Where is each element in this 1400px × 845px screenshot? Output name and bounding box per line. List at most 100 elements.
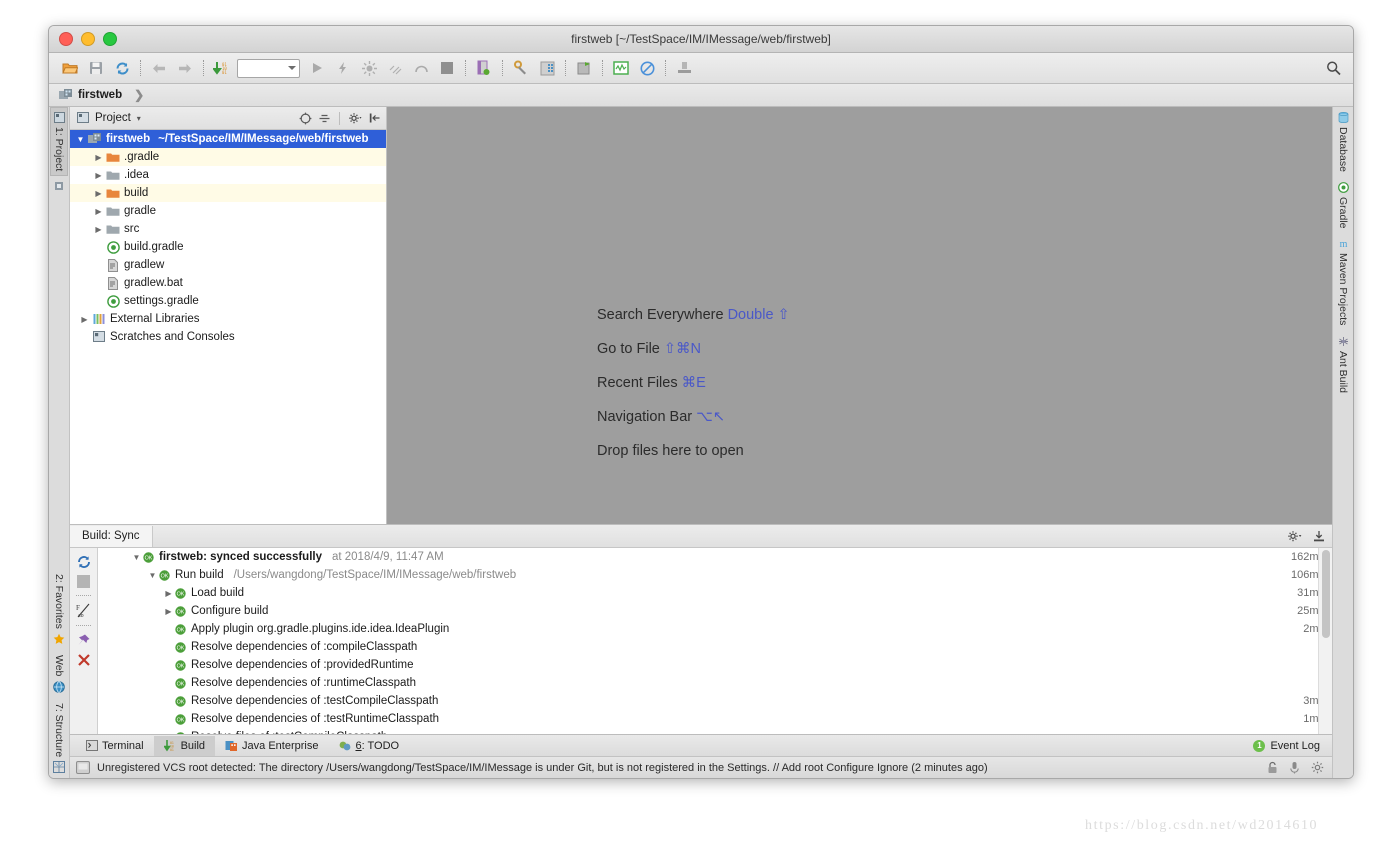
memory-icon[interactable]: [76, 761, 90, 774]
tree-twisty[interactable]: ▶: [92, 207, 105, 216]
sidebar-item-structure-small[interactable]: [51, 176, 67, 196]
sdk-manager-icon[interactable]: [573, 57, 595, 79]
tree-row-idea[interactable]: ▶ .idea: [70, 166, 386, 184]
log-scrollbar[interactable]: [1318, 548, 1332, 734]
log-row[interactable]: ▼ OK firstweb: synced successfully at 20…: [98, 548, 1332, 566]
run-icon[interactable]: [306, 57, 328, 79]
editor-empty-area[interactable]: Search Everywhere Double ⇧ Go to File ⇧⌘…: [387, 107, 1332, 524]
stop-build-icon[interactable]: [77, 575, 90, 588]
scroll-from-source-icon[interactable]: [318, 112, 331, 125]
log-row[interactable]: ▶ OK Load build 31ms: [98, 584, 1332, 602]
bottom-tab-build[interactable]: 01 10 01 Build: [153, 735, 216, 756]
synchronize-icon[interactable]: [111, 57, 133, 79]
forward-icon[interactable]: [174, 57, 196, 79]
sidebar-item-database[interactable]: Database: [1334, 107, 1352, 177]
event-log-button[interactable]: 1 Event Log: [1253, 739, 1332, 752]
close-build-icon[interactable]: [77, 653, 91, 667]
log-twisty[interactable]: ▼: [130, 553, 143, 562]
status-ok-icon: OK: [175, 641, 186, 653]
export-icon[interactable]: [1312, 530, 1326, 543]
filter-icon[interactable]: F ab: [76, 603, 92, 618]
status-message[interactable]: Unregistered VCS root detected: The dire…: [97, 762, 988, 774]
monitor-icon[interactable]: [610, 57, 632, 79]
tree-row-build[interactable]: ▶ build: [70, 184, 386, 202]
log-row[interactable]: OK Apply plugin org.gradle.plugins.ide.i…: [98, 620, 1332, 638]
run-coverage-icon[interactable]: [358, 57, 380, 79]
close-button[interactable]: [59, 32, 73, 46]
sidebar-item-structure[interactable]: 7: Structure: [50, 698, 68, 778]
tree-row-settings-gradle[interactable]: settings.gradle: [70, 292, 386, 310]
bottom-tab-java-enterprise[interactable]: Java Enterprise: [215, 736, 328, 756]
sidebar-item-favorites[interactable]: 2: Favorites: [50, 569, 68, 650]
sidebar-item-ant-build[interactable]: Ant Build: [1334, 331, 1352, 398]
collapse-all-icon[interactable]: [299, 112, 312, 125]
bottom-tab-todo[interactable]: 6: TODO: [328, 736, 409, 756]
log-scrollbar-thumb[interactable]: [1322, 550, 1330, 638]
log-row[interactable]: OK Resolve dependencies of :providedRunt…: [98, 656, 1332, 674]
run-configuration-select[interactable]: [237, 58, 300, 78]
tree-row-scratches[interactable]: Scratches and Consoles: [70, 328, 386, 346]
tree-row-src[interactable]: ▶ src: [70, 220, 386, 238]
tree-row-gradle[interactable]: ▶ gradle: [70, 202, 386, 220]
log-row[interactable]: OK Resolve dependencies of :compileClass…: [98, 638, 1332, 656]
rerun-sync-icon[interactable]: [76, 554, 92, 570]
sidebar-item-project[interactable]: 1: Project: [50, 107, 68, 177]
log-twisty[interactable]: ▼: [146, 571, 159, 580]
log-row[interactable]: OK Resolve files of :testCompileClasspat…: [98, 728, 1332, 734]
stop-icon[interactable]: [436, 57, 458, 79]
open-project-icon[interactable]: [59, 57, 81, 79]
rerun-icon[interactable]: [410, 57, 432, 79]
tree-twisty[interactable]: ▶: [78, 315, 91, 324]
pin-icon[interactable]: [76, 633, 91, 648]
lock-icon[interactable]: [1267, 761, 1278, 774]
device-icon[interactable]: [673, 57, 695, 79]
settings-status-icon[interactable]: [1311, 761, 1324, 774]
no-entry-icon[interactable]: [636, 57, 658, 79]
zoom-button[interactable]: [103, 32, 117, 46]
log-row[interactable]: OK Resolve dependencies of :testRuntimeC…: [98, 710, 1332, 728]
svg-text:OK: OK: [177, 699, 185, 705]
tree-row-gradlew[interactable]: gradlew: [70, 256, 386, 274]
save-all-icon[interactable]: [85, 57, 107, 79]
log-row[interactable]: OK Resolve dependencies of :runtimeClass…: [98, 674, 1332, 692]
log-row[interactable]: OK Resolve dependencies of :testCompileC…: [98, 692, 1332, 710]
back-icon[interactable]: [148, 57, 170, 79]
tree-twisty[interactable]: ▶: [92, 189, 105, 198]
project-structure-icon[interactable]: [536, 57, 558, 79]
tooltip-icon[interactable]: [1289, 761, 1300, 774]
tree-row-gradlew-bat[interactable]: gradlew.bat: [70, 274, 386, 292]
update-app-icon[interactable]: [473, 57, 495, 79]
debug-icon[interactable]: [332, 57, 354, 79]
breadcrumb[interactable]: firstweb ❯: [59, 88, 144, 102]
sidebar-item-web[interactable]: Web: [50, 650, 68, 697]
tree-twisty[interactable]: ▼: [74, 135, 87, 144]
bottom-tab-terminal[interactable]: Terminal: [76, 736, 154, 756]
hide-icon[interactable]: [369, 112, 381, 124]
tree-path: ~/TestSpace/IM/IMessage/web/firstweb: [158, 133, 369, 145]
tree-twisty[interactable]: ▶: [92, 153, 105, 162]
minimize-button[interactable]: [81, 32, 95, 46]
tree-row-build-gradle-file[interactable]: build.gradle: [70, 238, 386, 256]
tree-row-gradle-folder[interactable]: ▶ .gradle: [70, 148, 386, 166]
project-tree[interactable]: ▼ firstweb ~/TestSpace/IM/IMessage/web/f…: [70, 130, 386, 524]
settings-icon[interactable]: [510, 57, 532, 79]
build-panel-actions: [1287, 530, 1326, 543]
log-twisty[interactable]: ▶: [162, 607, 175, 616]
tab-build-sync[interactable]: Build: Sync: [70, 525, 153, 547]
tree-row-firstweb[interactable]: ▼ firstweb ~/TestSpace/IM/IMessage/web/f…: [70, 130, 386, 148]
tree-twisty[interactable]: ▶: [92, 225, 105, 234]
gear-icon[interactable]: [348, 112, 363, 125]
search-icon[interactable]: [1326, 61, 1341, 76]
tree-row-external-libraries[interactable]: ▶ External Libraries: [70, 310, 386, 328]
tree-twisty[interactable]: ▶: [92, 171, 105, 180]
sidebar-item-maven[interactable]: m Maven Projects: [1334, 233, 1352, 330]
log-row[interactable]: ▼ OK Run build /Users/wangdong/TestSpace…: [98, 566, 1332, 584]
chevron-down-icon[interactable]: ▾: [137, 114, 141, 123]
build-log[interactable]: ▼ OK firstweb: synced successfully at 20…: [98, 548, 1332, 734]
gear-dropdown-icon[interactable]: [1287, 530, 1303, 543]
sidebar-item-gradle[interactable]: Gradle: [1334, 177, 1352, 234]
compile-icon[interactable]: 01 10 01: [211, 57, 233, 79]
log-row[interactable]: ▶ OK Configure build 25ms: [98, 602, 1332, 620]
log-twisty[interactable]: ▶: [162, 589, 175, 598]
profile-icon[interactable]: [384, 57, 406, 79]
